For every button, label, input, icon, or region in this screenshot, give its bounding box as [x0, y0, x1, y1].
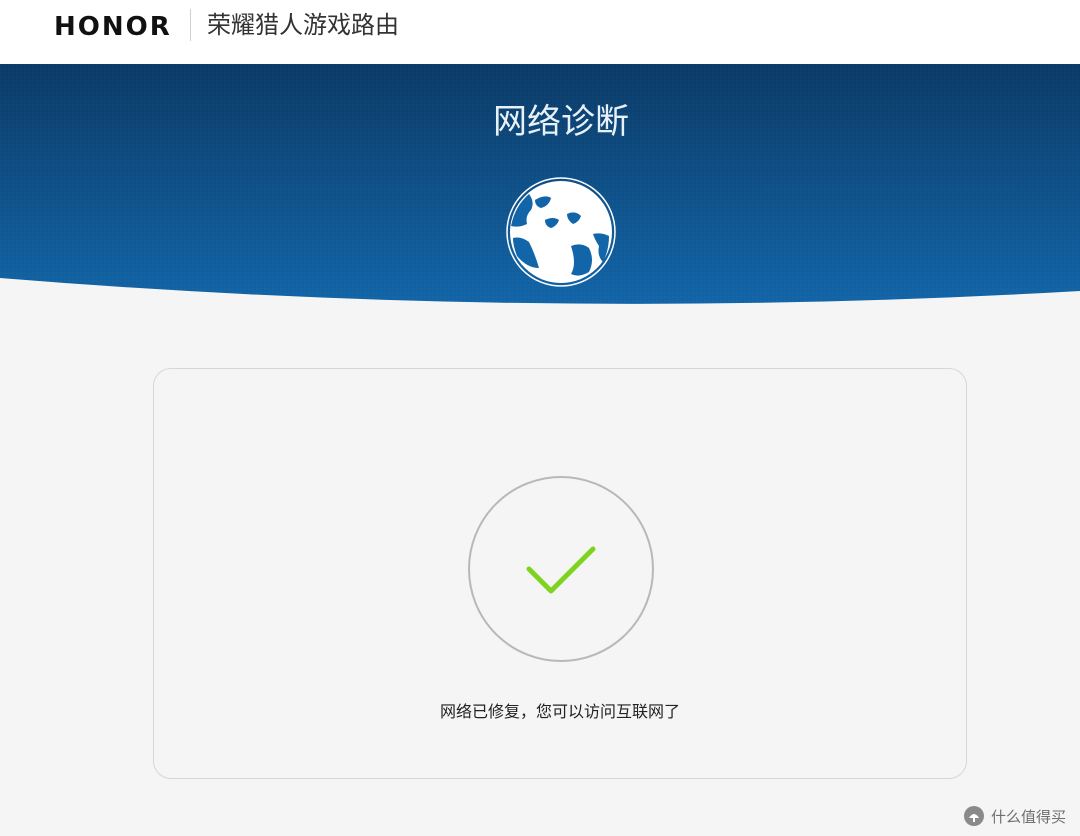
- page: HONOR 荣耀猎人游戏路由 网络诊断 网络已修复，您可以访问互联网了 什么值得…: [0, 0, 1080, 836]
- site-logo-icon: [963, 806, 984, 826]
- result-card: 网络已修复，您可以访问互联网了: [153, 368, 967, 779]
- brand-logo: HONOR: [54, 12, 172, 42]
- product-name: 荣耀猎人游戏路由: [207, 11, 399, 39]
- checkmark-icon: [468, 476, 654, 662]
- result-message: 网络已修复，您可以访问互联网了: [439, 702, 680, 721]
- page-title: 网络诊断: [493, 102, 629, 142]
- brand-divider: [190, 9, 191, 41]
- top-bar: HONOR 荣耀猎人游戏路由: [0, 0, 1080, 64]
- globe-icon: [506, 177, 616, 287]
- watermark: 什么值得买: [963, 804, 1066, 828]
- watermark-text: 什么值得买: [990, 807, 1066, 826]
- hero-banner: 网络诊断: [0, 64, 1080, 309]
